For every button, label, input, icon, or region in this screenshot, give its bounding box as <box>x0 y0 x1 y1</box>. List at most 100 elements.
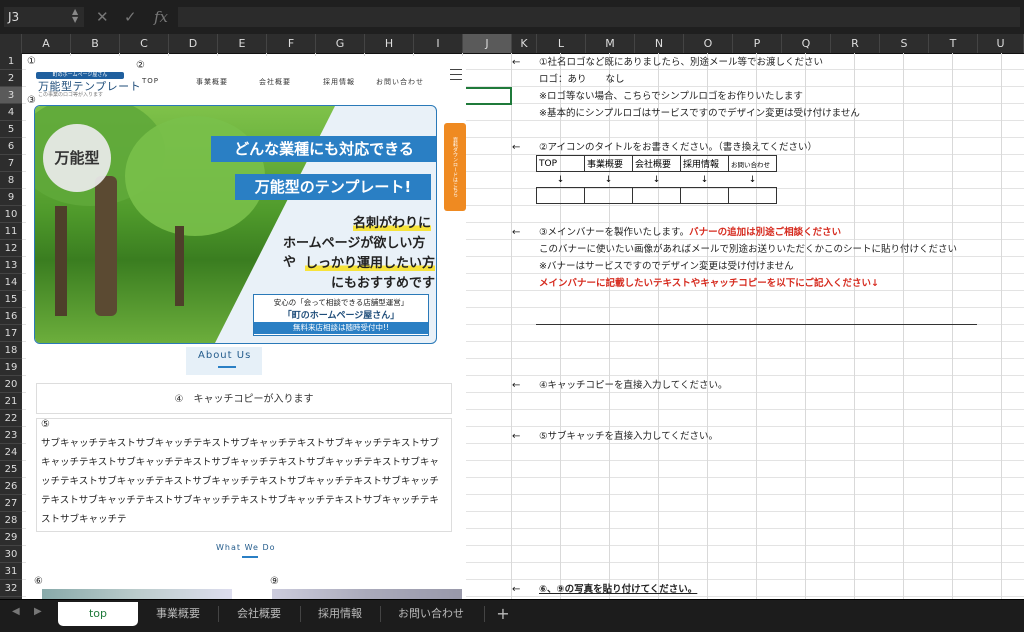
note-catch-copy[interactable]: ④キャッチコピーを直接入力してください。 <box>539 377 727 394</box>
row-header-19[interactable]: 19 <box>0 359 22 376</box>
column-header-f[interactable]: F <box>267 34 316 53</box>
next-sheet-icon[interactable]: ▶ <box>34 606 42 617</box>
column-header-i[interactable]: I <box>414 34 463 53</box>
nav-item-business: 事業概要 <box>196 78 228 86</box>
selected-cell-j3[interactable] <box>462 87 512 105</box>
prev-sheet-icon[interactable]: ◀ <box>12 606 20 617</box>
row-header-10[interactable]: 10 <box>0 206 22 223</box>
row-header-32[interactable]: 32 <box>0 580 22 597</box>
column-header-e[interactable]: E <box>218 34 267 53</box>
row-header-30[interactable]: 30 <box>0 546 22 563</box>
sheet-tab-company[interactable]: 会社概要 <box>220 602 298 626</box>
row-header-15[interactable]: 15 <box>0 291 22 308</box>
formula-input[interactable] <box>178 7 1020 27</box>
column-header-g[interactable]: G <box>316 34 365 53</box>
row-header-22[interactable]: 22 <box>0 410 22 427</box>
nav-title-input-cell[interactable] <box>536 187 585 204</box>
website-mockup-image[interactable]: ① ② ③ 町のホームページ屋さん 万能型テンプレート この事業のロゴ等が入りま… <box>26 56 466 599</box>
row-header-14[interactable]: 14 <box>0 274 22 291</box>
column-header-t[interactable]: T <box>929 34 978 53</box>
column-header-k[interactable]: K <box>512 34 537 53</box>
row-header-16[interactable]: 16 <box>0 308 22 325</box>
column-header-l[interactable]: L <box>537 34 586 53</box>
what-we-do-heading: What We Do <box>216 543 276 552</box>
note-banner[interactable]: ③メインバナーを製作いたします。バナーの追加は別途ご相談ください <box>539 224 841 241</box>
down-arrow-icon: ↓ <box>556 174 565 185</box>
column-header-j[interactable]: J <box>463 34 512 53</box>
confirm-icon[interactable]: ✓ <box>124 9 137 25</box>
row-header-25[interactable]: 25 <box>0 461 22 478</box>
banner-text-input-line[interactable] <box>536 324 977 325</box>
row-header-5[interactable]: 5 <box>0 121 22 138</box>
note-logo-service[interactable]: ※基本的にシンプルロゴはサービスですのでデザイン変更は受け付けません <box>539 105 860 122</box>
row-header-23[interactable]: 23 <box>0 427 22 444</box>
column-header-s[interactable]: S <box>880 34 929 53</box>
column-header-r[interactable]: R <box>831 34 880 53</box>
row-header-20[interactable]: 20 <box>0 376 22 393</box>
add-sheet-button[interactable]: + <box>490 602 516 626</box>
row-header-28[interactable]: 28 <box>0 512 22 529</box>
row-header-24[interactable]: 24 <box>0 444 22 461</box>
note-icon-titles[interactable]: ②アイコンのタイトルをお書きください。（書き換えてください） <box>539 139 817 156</box>
name-box-stepper-icon[interactable]: ▲ ▼ <box>72 8 78 24</box>
row-header-21[interactable]: 21 <box>0 393 22 410</box>
sheet-tab-top[interactable]: top <box>58 602 138 626</box>
column-header-p[interactable]: P <box>733 34 782 53</box>
nav-title-cell[interactable]: 採用情報 <box>680 155 729 172</box>
nav-title-input-cell[interactable] <box>632 187 681 204</box>
nav-title-cell[interactable]: 事業概要 <box>584 155 633 172</box>
row-header-27[interactable]: 27 <box>0 495 22 512</box>
column-header-n[interactable]: N <box>635 34 684 53</box>
column-header-a[interactable]: A <box>22 34 71 53</box>
column-header-b[interactable]: B <box>71 34 120 53</box>
cancel-icon[interactable]: ✕ <box>96 9 109 25</box>
select-all-corner[interactable] <box>0 34 22 53</box>
marker-1: ① <box>27 56 36 67</box>
note-banner-image[interactable]: このバナーに使いたい画像があればメールで別途お送りいただくかこのシートに貼り付け… <box>539 241 957 258</box>
column-header-q[interactable]: Q <box>782 34 831 53</box>
row-header-2[interactable]: 2 <box>0 70 22 87</box>
row-header-26[interactable]: 26 <box>0 478 22 495</box>
row-header-8[interactable]: 8 <box>0 172 22 189</box>
column-header-m[interactable]: M <box>586 34 635 53</box>
note-logo-simple[interactable]: ※ロゴ等ない場合、こちらでシンプルロゴをお作りいたします <box>539 88 803 105</box>
row-header-17[interactable]: 17 <box>0 325 22 342</box>
row-header-29[interactable]: 29 <box>0 529 22 546</box>
column-header-h[interactable]: H <box>365 34 414 53</box>
nav-title-cell[interactable]: お問い合わせ <box>728 155 777 172</box>
sheet-tab-business[interactable]: 事業概要 <box>140 602 216 626</box>
row-header-6[interactable]: 6 <box>0 138 22 155</box>
row-header-9[interactable]: 9 <box>0 189 22 206</box>
row-header-12[interactable]: 12 <box>0 240 22 257</box>
note-banner-text-request[interactable]: メインバナーに記載したいテキストやキャッチコピーを以下にご記入ください↓ <box>539 275 879 292</box>
row-header-3[interactable]: 3 <box>0 87 22 104</box>
arrow-left-icon: ← <box>512 227 521 238</box>
note-logo[interactable]: ①社名ロゴなど既にありましたら、別途メール等でお渡しください <box>539 54 823 71</box>
note-sub-catch[interactable]: ⑤サブキャッチを直接入力してください。 <box>539 428 718 445</box>
nav-title-cell[interactable]: TOP <box>536 155 585 172</box>
row-header-1[interactable]: 1 <box>0 53 22 70</box>
nav-title-input-cell[interactable] <box>584 187 633 204</box>
sheet-tab-recruit[interactable]: 採用情報 <box>302 602 378 626</box>
function-icon[interactable]: fx <box>154 9 168 25</box>
row-header-31[interactable]: 31 <box>0 563 22 580</box>
nav-title-input-cell[interactable] <box>680 187 729 204</box>
row-header-13[interactable]: 13 <box>0 257 22 274</box>
column-header-u[interactable]: U <box>978 34 1024 53</box>
row-header-11[interactable]: 11 <box>0 223 22 240</box>
note-photos[interactable]: ⑥、⑨の写真を貼り付けてください。 <box>539 581 697 598</box>
nav-title-cell[interactable]: 会社概要 <box>632 155 681 172</box>
column-header-o[interactable]: O <box>684 34 733 53</box>
row-header-7[interactable]: 7 <box>0 155 22 172</box>
sheet-tab-contact[interactable]: お問い合わせ <box>382 602 480 626</box>
nav-title-input-cell[interactable] <box>728 187 777 204</box>
column-header-c[interactable]: C <box>120 34 169 53</box>
row-header-18[interactable]: 18 <box>0 342 22 359</box>
arrow-left-icon: ← <box>512 431 521 442</box>
nav-item-company: 会社概要 <box>259 78 291 86</box>
column-header-d[interactable]: D <box>169 34 218 53</box>
note-logo-choice[interactable]: ロゴ：あり なし <box>539 71 625 88</box>
note-banner-service[interactable]: ※バナーはサービスですのでデザイン変更は受け付けません <box>539 258 794 275</box>
marker-5: ⑤ <box>41 419 50 430</box>
row-header-4[interactable]: 4 <box>0 104 22 121</box>
